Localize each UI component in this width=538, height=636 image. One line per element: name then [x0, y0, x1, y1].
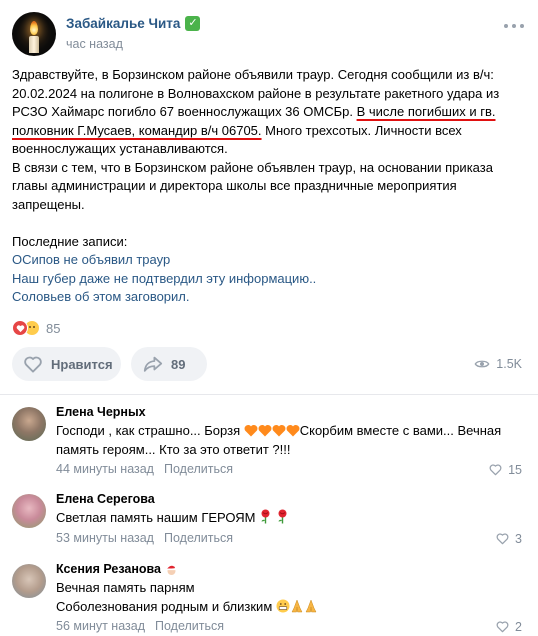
comment-like-count: 15 [508, 462, 522, 477]
heart-icon [24, 356, 42, 373]
orange-heart-icon [286, 425, 300, 437]
recent-post-link[interactable]: Соловьев об этом заговорил. [12, 288, 526, 307]
eye-icon [474, 360, 490, 368]
comment-text: Вечная память парням Соболезнования родн… [56, 579, 526, 616]
orange-heart-icon [272, 425, 286, 437]
comment-like-button[interactable]: 2 [495, 619, 522, 634]
rose-icon [261, 509, 270, 524]
candle-icon [29, 36, 39, 53]
praying-hands-icon [305, 598, 317, 612]
avatar[interactable] [12, 564, 46, 598]
comment-time[interactable]: 56 минут назад [56, 619, 145, 633]
recent-posts-label: Последние записи: [12, 233, 128, 249]
post-time[interactable]: час назад [66, 37, 123, 51]
more-options-icon[interactable] [504, 24, 524, 30]
group-name-link[interactable]: Забайкалье Чита ✓ [66, 16, 201, 31]
share-button[interactable]: 89 [131, 347, 207, 381]
group-name[interactable]: Забайкалье Чита [66, 16, 180, 31]
reactions-summary[interactable]: 85 [12, 319, 60, 337]
rose-icon [278, 509, 287, 524]
comment-meta: 53 минуты назад Поделиться [56, 531, 233, 545]
reactions-count: 85 [46, 320, 61, 336]
avatar[interactable] [12, 407, 46, 441]
comment-share-link[interactable]: Поделиться [164, 462, 233, 476]
candle-flame-icon [30, 21, 38, 35]
grimacing-face-icon [276, 599, 290, 612]
group-avatar[interactable] [12, 12, 56, 56]
post-paragraph-2: В связи с тем, что в Борзинском районе о… [12, 159, 493, 212]
recent-post-link[interactable]: Наш губер даже не подтвердил эту информа… [12, 270, 526, 289]
views-count: 1.5K [496, 357, 522, 371]
share-count: 89 [171, 356, 186, 372]
heart-icon [496, 621, 509, 633]
comment-text: Господи , как страшно... Борзя Скорбим в… [56, 423, 502, 457]
comment-like-button[interactable]: 15 [488, 462, 522, 477]
orange-heart-icon [258, 425, 272, 437]
check-badge-icon: ✓ [185, 16, 201, 31]
praying-hands-icon [291, 598, 303, 612]
comment-author[interactable]: Елена Серегова [56, 492, 155, 506]
post-text: Здравствуйте, в Борзинском районе объяви… [12, 66, 526, 307]
post-header: Забайкалье Чита ✓ час назад [12, 12, 526, 56]
like-label: Нравится [51, 356, 113, 372]
post-actions: Нравится 89 1.5K [12, 347, 526, 381]
orange-heart-icon [244, 425, 258, 437]
comment-like-count: 3 [515, 531, 522, 546]
like-button[interactable]: Нравится [12, 347, 121, 381]
comment-share-link[interactable]: Поделиться [164, 531, 233, 545]
avatar[interactable] [12, 494, 46, 528]
comment-author[interactable]: Ксения Резанова [56, 562, 178, 576]
share-icon [143, 356, 163, 372]
divider [0, 394, 538, 395]
comment-text: Светлая память нашим ГЕРОЯМ [56, 509, 526, 528]
comment-share-link[interactable]: Поделиться [155, 619, 224, 633]
recent-post-link[interactable]: ОСипов не объявил траур [12, 251, 526, 270]
comment-like-count: 2 [515, 619, 522, 634]
comment: Елена Серегова Светлая память нашим ГЕРО… [12, 492, 526, 548]
santa-hat-icon [167, 565, 178, 575]
comment: Ксения Резанова Вечная память парням Соб… [12, 562, 526, 636]
heart-icon [496, 533, 509, 545]
comment-meta: 44 минуты назад Поделиться [56, 462, 233, 476]
comment-author[interactable]: Елена Черных [56, 405, 146, 419]
heart-icon [489, 464, 502, 476]
comment-meta: 56 минут назад Поделиться [56, 619, 224, 633]
comment-time[interactable]: 53 минуты назад [56, 531, 154, 545]
comment-time[interactable]: 44 минуты назад [56, 462, 154, 476]
heart-reaction-icon [12, 320, 28, 336]
views-counter: 1.5K [474, 356, 522, 372]
comment-like-button[interactable]: 3 [495, 531, 522, 546]
comment: Елена Черных Господи , как страшно... Бо… [12, 405, 526, 477]
post-paragraph-1: Здравствуйте, в Борзинском районе объяви… [12, 67, 500, 156]
